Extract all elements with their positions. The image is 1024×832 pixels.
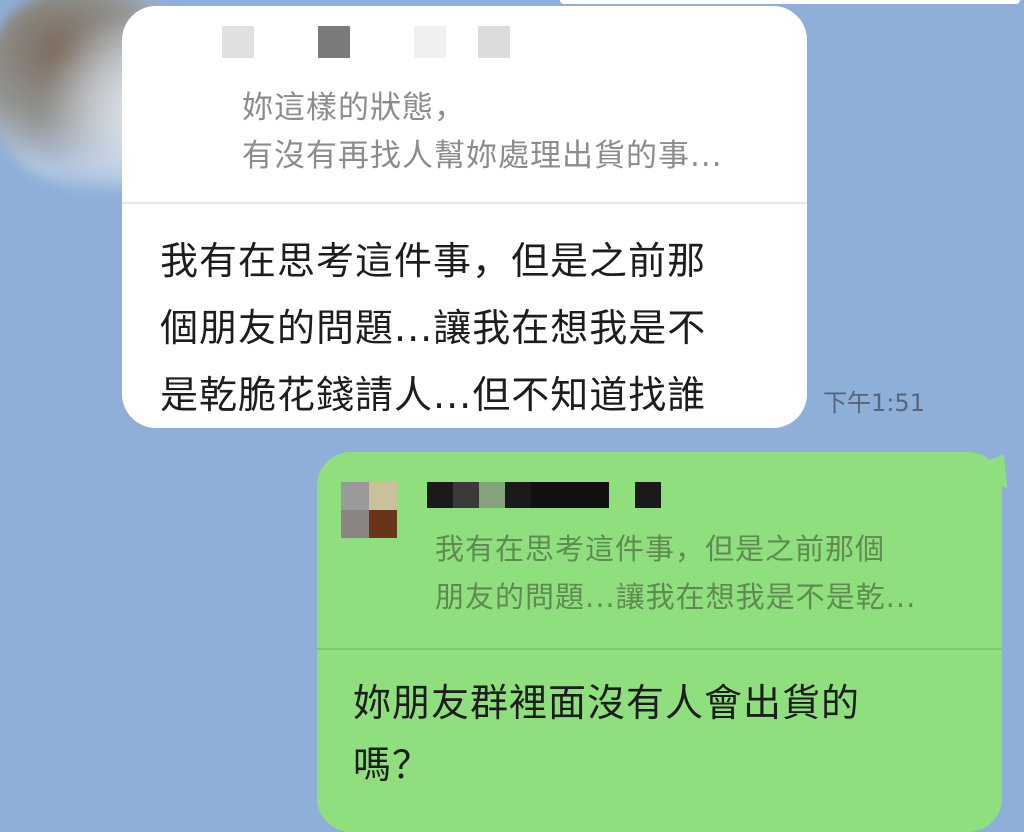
censor-pixel (350, 26, 382, 58)
censor-pixel (254, 26, 286, 58)
censor-pixel (609, 482, 635, 508)
censored-sender-name (427, 482, 661, 508)
censor-pixel (478, 26, 510, 58)
received-message-text: 我有在思考這件事，但是之前那 個朋友的問題...讓我在想我是不 是乾脆花錢請人.… (160, 228, 780, 428)
censor-pixel (222, 26, 254, 58)
quote-line-2: 有沒有再找人幫妳處理出貨的事... (242, 138, 723, 174)
message-line: 妳朋友群裡面沒有人會出貨的 (353, 681, 861, 725)
censor-pixel (427, 482, 453, 508)
censor-pixel (531, 482, 557, 508)
sent-message-text: 妳朋友群裡面沒有人會出貨的 嗎？ (353, 672, 973, 796)
censor-pixel (414, 26, 446, 58)
quote-line-2: 朋友的問題...讓我在想我是不是乾... (435, 580, 917, 614)
censor-pixel (505, 482, 531, 508)
censor-pixel (453, 482, 479, 508)
quote-line-1: 我有在思考這件事，但是之前那個 (435, 532, 886, 566)
reply-quote-sent[interactable]: 我有在思考這件事，但是之前那個 朋友的問題...讓我在想我是不是乾... (317, 452, 1002, 650)
chat-background: 妳這樣的狀態， 有沒有再找人幫妳處理出貨的事... 我有在思考這件事，但是之前那… (0, 0, 1024, 832)
censored-sender-name (222, 26, 510, 58)
message-timestamp: 下午1:51 (823, 389, 925, 417)
censor-pixel (286, 26, 318, 58)
censor-pixel (341, 510, 369, 538)
censor-pixel (557, 482, 583, 508)
reply-quote-received[interactable]: 妳這樣的狀態， 有沒有再找人幫妳處理出貨的事... (122, 6, 807, 204)
censor-pixel (369, 510, 397, 538)
censor-pixel (318, 26, 350, 58)
censor-pixel (583, 482, 609, 508)
censor-pixel (446, 26, 478, 58)
censor-pixel (341, 482, 369, 510)
message-line: 是乾脆花錢請人...但不知道找誰 (160, 373, 707, 417)
censor-pixel (369, 482, 397, 510)
message-line: 我有在思考這件事，但是之前那 (160, 239, 707, 283)
quote-line-1: 妳這樣的狀態， (242, 90, 466, 126)
previous-bubble-edge (560, 0, 1020, 4)
received-message-bubble[interactable]: 妳這樣的狀態， 有沒有再找人幫妳處理出貨的事... 我有在思考這件事，但是之前那… (122, 6, 807, 428)
sent-message-bubble[interactable]: 我有在思考這件事，但是之前那個 朋友的問題...讓我在想我是不是乾... 妳朋友… (317, 452, 1002, 832)
message-line: 嗎？ (353, 743, 432, 787)
censor-pixel (479, 482, 505, 508)
censor-pixel (635, 482, 661, 508)
censored-avatar (341, 482, 397, 538)
censor-pixel (382, 26, 414, 58)
message-line: 個朋友的問題...讓我在想我是不 (160, 306, 707, 350)
